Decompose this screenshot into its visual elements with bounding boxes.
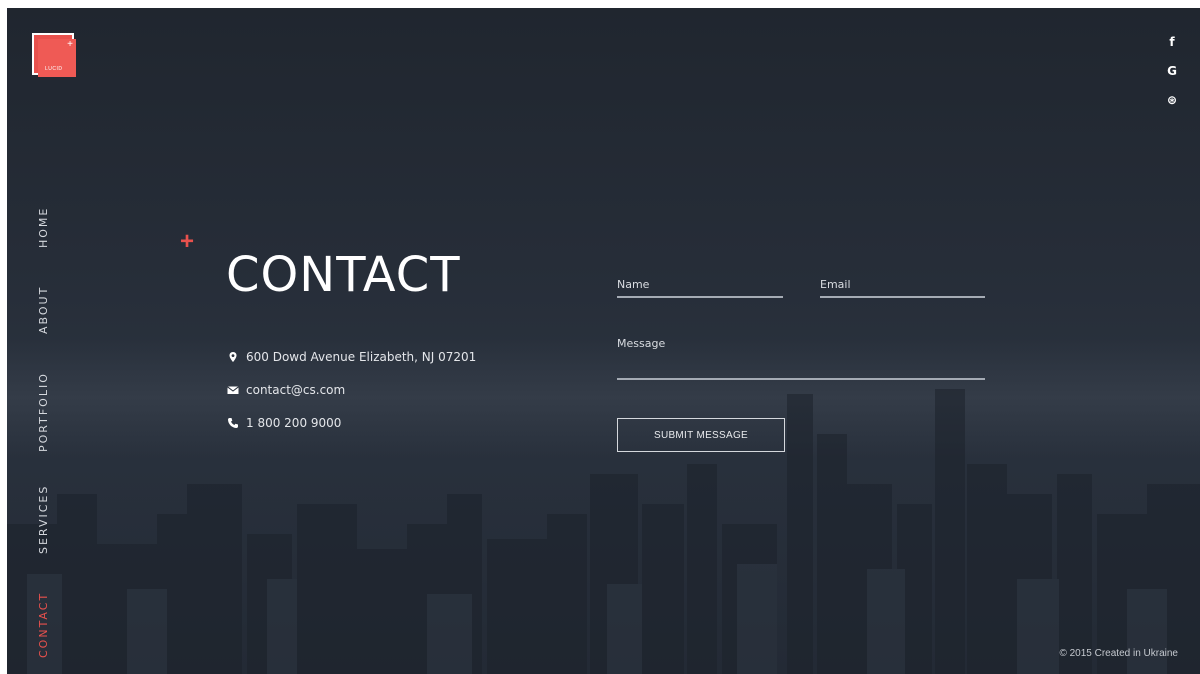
address-text: 600 Dowd Avenue Elizabeth, NJ 07201: [246, 350, 477, 364]
email-input[interactable]: [820, 296, 985, 298]
name-input[interactable]: [617, 296, 783, 298]
footer-copyright: © 2015 Created in Ukraine: [1059, 648, 1178, 659]
contact-phone: 1 800 200 9000: [227, 416, 341, 430]
envelope-icon: [227, 386, 239, 394]
page-title: CONTACT: [226, 247, 461, 303]
dribbble-icon[interactable]: ⊛: [1164, 92, 1180, 108]
email-label: Email: [820, 278, 851, 291]
contact-address: 600 Dowd Avenue Elizabeth, NJ 07201: [227, 350, 476, 364]
nav-item-about[interactable]: ABOUT: [37, 286, 50, 334]
logo-text: LUCID: [45, 66, 63, 72]
nav-item-portfolio[interactable]: PORTFOLIO: [37, 372, 50, 452]
name-label: Name: [617, 278, 650, 291]
phone-icon: [228, 418, 238, 428]
nav-item-contact[interactable]: CONTACT: [37, 592, 50, 658]
google-icon[interactable]: G: [1164, 63, 1180, 79]
message-label: Message: [617, 337, 666, 350]
email-text[interactable]: contact@cs.com: [246, 383, 345, 397]
logo-badge: + LUCID: [38, 39, 76, 77]
social-links: f G ⊛: [1164, 34, 1180, 121]
nav-item-home[interactable]: HOME: [37, 207, 50, 248]
submit-message-button[interactable]: SUBMIT MESSAGE: [617, 418, 785, 452]
phone-text[interactable]: 1 800 200 9000: [246, 416, 341, 430]
logo-plus-icon: +: [67, 39, 73, 50]
location-pin-icon: [229, 352, 237, 362]
message-input[interactable]: [617, 378, 985, 380]
page-frame: + LUCID f G ⊛ HOME ABOUT PORTFOLIO SERVI…: [7, 8, 1200, 674]
nav-item-services[interactable]: SERVICES: [37, 485, 50, 554]
decorative-plus-icon: +: [180, 228, 195, 255]
contact-email: contact@cs.com: [227, 383, 345, 397]
facebook-icon[interactable]: f: [1164, 34, 1180, 50]
brand-logo[interactable]: + LUCID: [32, 33, 76, 77]
city-skyline-image: [7, 389, 1200, 674]
